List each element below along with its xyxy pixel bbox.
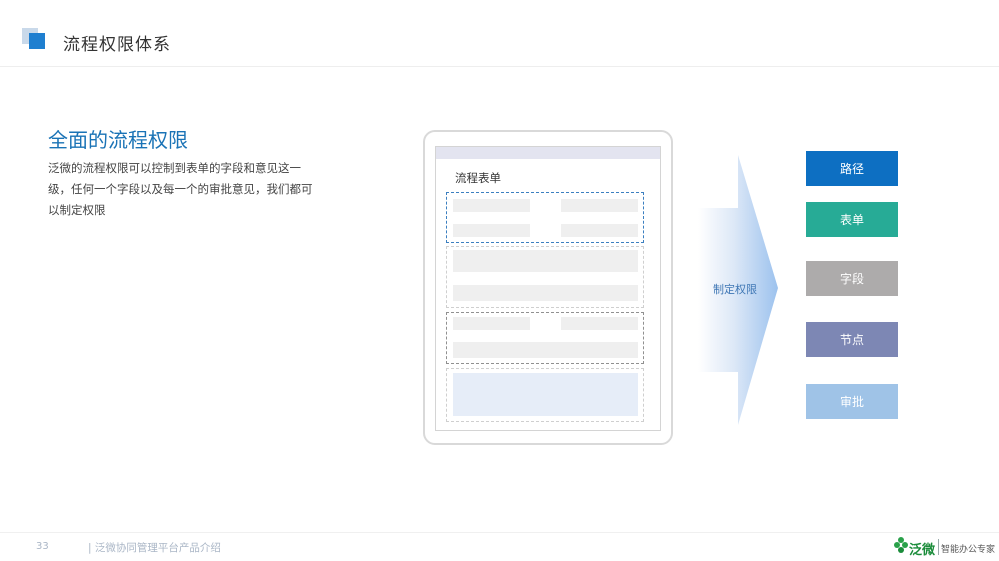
category-label: 审批 [839,395,864,409]
category-path: 路径 [806,151,898,186]
category-form: 表单 [806,202,898,237]
opinion-box-placeholder [453,373,638,416]
header-logo-square-front [29,33,45,49]
form-field-placeholder [453,342,638,358]
page-number: 33 [36,541,49,552]
category-field: 字段 [806,261,898,296]
form-title: 流程表单 [455,171,501,185]
footer-text: | 泛微协同管理平台产品介绍 [88,542,221,554]
section-subtitle: 全面的流程权限 [48,128,188,152]
form-field-placeholder [561,199,638,212]
arrow-label: 制定权限 [713,283,757,296]
header-divider [0,66,999,67]
footer-divider [0,532,999,533]
form-field-placeholder [561,317,638,330]
category-label: 表单 [839,213,864,227]
form-field-placeholder [561,224,638,237]
weaver-logo-text: 泛微 [909,543,936,558]
category-label: 节点 [839,333,864,347]
category-label: 路径 [839,162,864,176]
logo-slogan: 智能办公专家 [941,545,996,555]
section-description: 泛微的流程权限可以控制到表单的字段和意见这一级，任何一个字段以及每一个的审批意见… [48,161,313,217]
form-field-placeholder [453,199,530,212]
page-title: 流程权限体系 [63,35,171,55]
form-field-placeholder [453,285,638,301]
weaver-logo-icon [894,537,908,553]
category-approval: 审批 [806,384,898,419]
logo-separator [938,539,939,555]
category-node: 节点 [806,322,898,357]
category-label: 字段 [839,272,864,286]
form-field-placeholder [453,250,638,272]
form-field-placeholder [453,224,530,237]
form-field-placeholder [453,317,530,330]
screen-top-bar [436,147,660,159]
